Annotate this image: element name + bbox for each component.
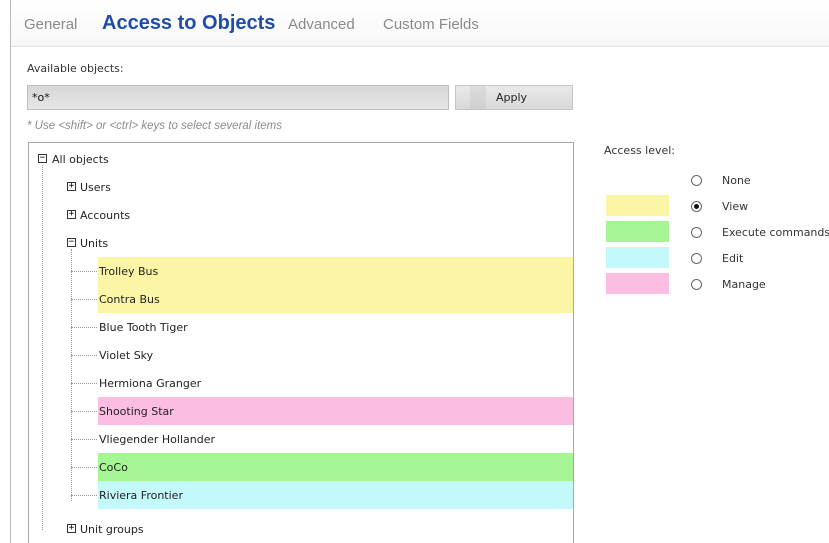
- access-radio-execute[interactable]: [691, 227, 702, 238]
- tree-node-label: Users: [80, 181, 111, 194]
- access-color-swatch-execute: [606, 221, 669, 242]
- access-color-swatch-edit: [606, 247, 669, 268]
- access-option-label-edit: Edit: [722, 252, 744, 265]
- unit-row[interactable]: Shooting Star: [29, 397, 573, 425]
- apply-button-label: Apply: [496, 91, 528, 104]
- tree-connector: [71, 299, 97, 300]
- tree-node-unit-groups[interactable]: + Unit groups: [29, 515, 573, 543]
- unit-label: Hermiona Granger: [99, 377, 202, 390]
- unit-label: Vliegender Hollander: [99, 433, 215, 446]
- tab-custom-fields[interactable]: Custom Fields: [383, 16, 479, 33]
- access-radio-manage[interactable]: [691, 279, 702, 290]
- tree-node-units[interactable]: − Units: [29, 229, 573, 257]
- unit-row[interactable]: Contra Bus: [29, 285, 573, 313]
- unit-label: Riviera Frontier: [99, 489, 183, 502]
- unit-label: Shooting Star: [99, 405, 174, 418]
- unit-row[interactable]: CoCo: [29, 453, 573, 481]
- tree-connector: [71, 495, 97, 496]
- access-radio-view[interactable]: [691, 201, 702, 212]
- unit-label: Trolley Bus: [99, 265, 159, 278]
- access-color-swatch-view: [606, 195, 669, 216]
- unit-row[interactable]: Vliegender Hollander: [29, 425, 573, 453]
- tree-node-label: Accounts: [80, 209, 131, 222]
- unit-row[interactable]: Hermiona Granger: [29, 369, 573, 397]
- unit-label: Contra Bus: [99, 293, 160, 306]
- access-highlight: [98, 285, 573, 313]
- tree-connector: [71, 327, 97, 328]
- panel-left-border: [10, 0, 11, 543]
- access-highlight: [98, 257, 573, 285]
- selection-hint: * Use <shift> or <ctrl> keys to select s…: [27, 120, 283, 132]
- tab-bar: General Access to Objects Advanced Custo…: [11, 0, 829, 47]
- objects-tree[interactable]: − All objects + Users + Accounts − Units…: [28, 142, 574, 543]
- access-radio-edit[interactable]: [691, 253, 702, 264]
- tree-connector: [71, 411, 97, 412]
- unit-row[interactable]: Blue Tooth Tiger: [29, 313, 573, 341]
- tree-connector: [71, 467, 97, 468]
- apply-button[interactable]: Apply: [455, 85, 573, 110]
- tab-advanced[interactable]: Advanced: [288, 16, 355, 33]
- access-level-label: Access level:: [604, 144, 676, 157]
- plus-box-icon[interactable]: +: [67, 524, 76, 533]
- available-objects-label: Available objects:: [27, 62, 124, 75]
- tab-access-to-objects[interactable]: Access to Objects: [102, 12, 275, 35]
- minus-box-icon[interactable]: −: [67, 238, 76, 247]
- tab-general[interactable]: General: [24, 16, 77, 33]
- unit-row[interactable]: Riviera Frontier: [29, 481, 573, 509]
- access-option-label-execute: Execute commands: [722, 226, 829, 239]
- unit-label: CoCo: [99, 461, 128, 474]
- minus-box-icon[interactable]: −: [38, 154, 47, 163]
- tree-node-label: Unit groups: [80, 523, 144, 536]
- access-option-label-none: None: [722, 174, 751, 187]
- plus-box-icon[interactable]: +: [67, 210, 76, 219]
- unit-label: Violet Sky: [99, 349, 154, 362]
- tree-node-all-objects[interactable]: − All objects: [29, 145, 573, 173]
- tree-connector: [71, 271, 97, 272]
- tree-node-users[interactable]: + Users: [29, 173, 573, 201]
- object-filter-input[interactable]: [27, 85, 449, 110]
- access-color-swatch-manage: [606, 273, 669, 294]
- access-highlight: [98, 453, 573, 481]
- access-highlight: [98, 341, 573, 369]
- tree-node-accounts[interactable]: + Accounts: [29, 201, 573, 229]
- tree-connector: [71, 439, 97, 440]
- tree-connector: [71, 383, 97, 384]
- unit-row[interactable]: Violet Sky: [29, 341, 573, 369]
- plus-box-icon[interactable]: +: [67, 182, 76, 191]
- tree-connector: [71, 355, 97, 356]
- access-option-label-manage: Manage: [722, 278, 766, 291]
- access-radio-none[interactable]: [691, 175, 702, 186]
- apply-button-edge: [470, 86, 486, 109]
- unit-label: Blue Tooth Tiger: [99, 321, 188, 334]
- access-option-label-view: View: [722, 200, 749, 213]
- unit-row[interactable]: Trolley Bus: [29, 257, 573, 285]
- tree-node-label: All objects: [52, 153, 109, 166]
- tree-node-label: Units: [80, 237, 109, 250]
